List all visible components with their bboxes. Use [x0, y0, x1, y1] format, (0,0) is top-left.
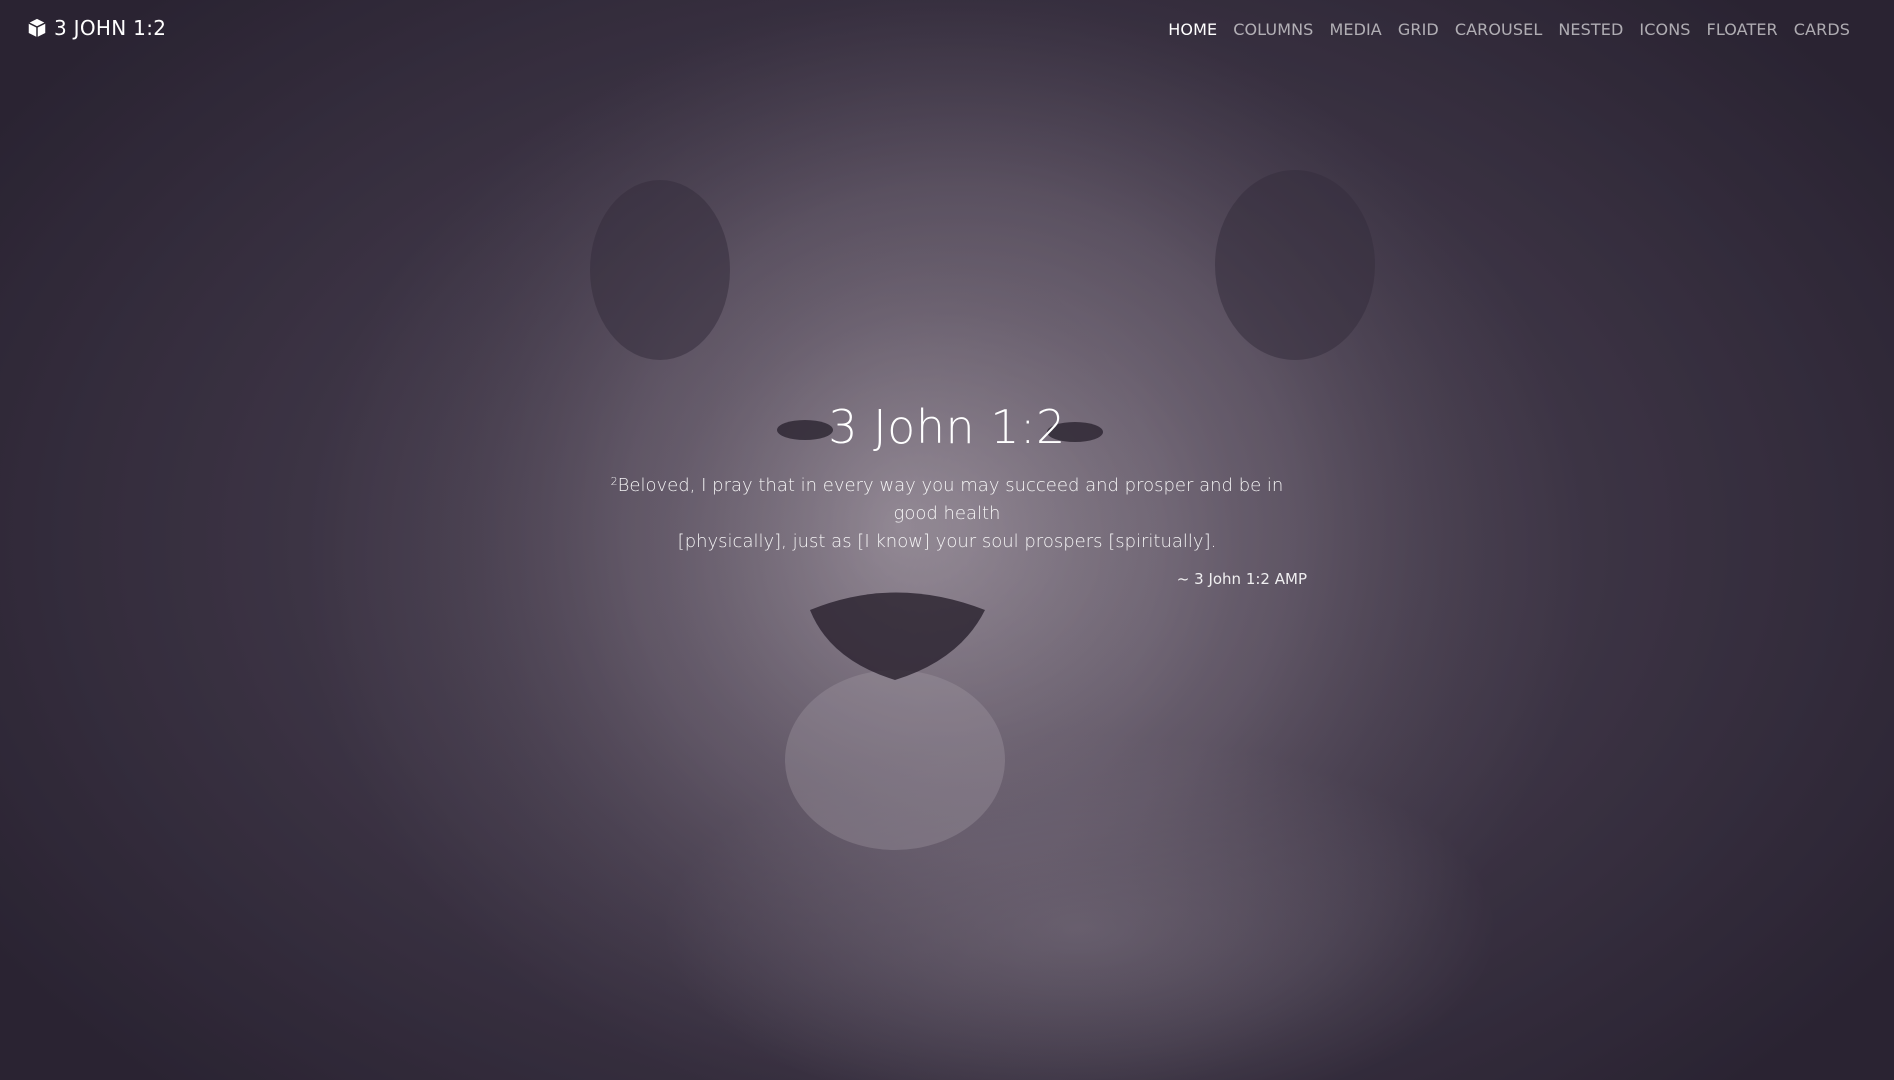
cube-icon: [28, 18, 46, 38]
navbar: 3 JOHN 1:2 HOME COLUMNS MEDIA GRID CAROU…: [0, 0, 1894, 60]
verse-line-2: [physically], just as [I know] your soul…: [677, 531, 1217, 552]
nav-item-home[interactable]: HOME: [1160, 20, 1225, 39]
verse-text: 2Beloved, I pray that in every way you m…: [587, 472, 1307, 556]
nav-item-media[interactable]: MEDIA: [1321, 20, 1389, 39]
nav-menu: HOME COLUMNS MEDIA GRID CAROUSEL NESTED …: [1160, 20, 1858, 39]
verse-citation: ~ 3 John 1:2 AMP: [1176, 570, 1307, 588]
verse-line-1: Beloved, I pray that in every way you ma…: [617, 475, 1284, 524]
nav-item-cards[interactable]: CARDS: [1786, 20, 1858, 39]
hero-section: 3 JOHN 1:2 HOME COLUMNS MEDIA GRID CAROU…: [0, 0, 1894, 1080]
nav-item-columns[interactable]: COLUMNS: [1225, 20, 1321, 39]
verse-number: 2: [610, 475, 618, 488]
nav-item-grid[interactable]: GRID: [1390, 20, 1447, 39]
hero-content: 3 John 1:2 2Beloved, I pray that in ever…: [0, 400, 1894, 588]
brand-link[interactable]: 3 JOHN 1:2: [26, 16, 166, 40]
nav-item-carousel[interactable]: CAROUSEL: [1447, 20, 1551, 39]
brand-label: 3 JOHN 1:2: [54, 16, 167, 40]
nav-item-nested[interactable]: NESTED: [1550, 20, 1631, 39]
hero-title: 3 John 1:2: [828, 400, 1066, 454]
nav-item-icons[interactable]: ICONS: [1631, 20, 1698, 39]
nav-item-floater[interactable]: FLOATER: [1699, 20, 1786, 39]
